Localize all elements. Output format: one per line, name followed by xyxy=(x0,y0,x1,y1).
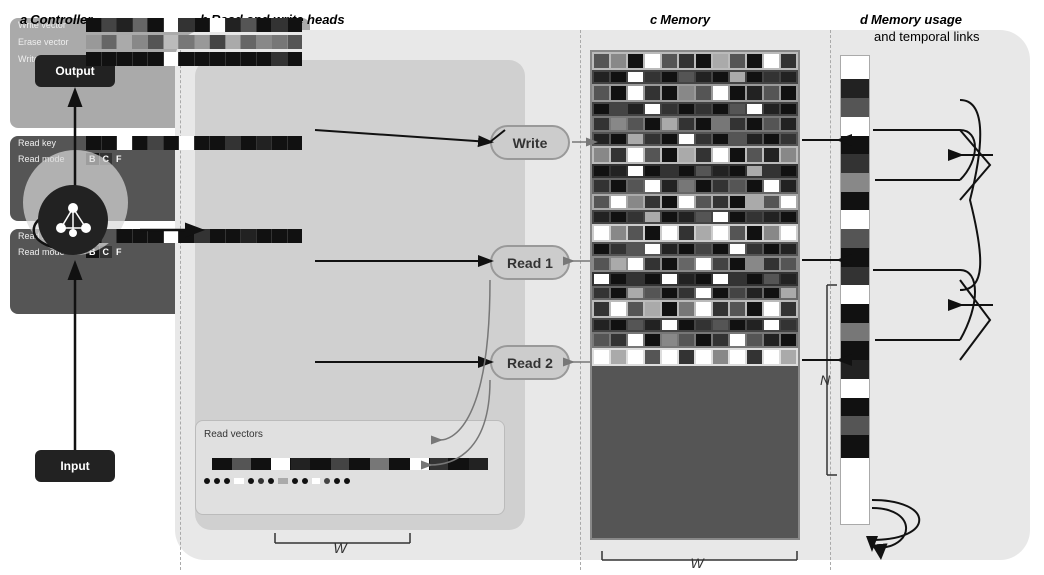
controller-neural-icon xyxy=(38,185,108,255)
w-label-heads: W xyxy=(265,528,415,556)
svg-text:W: W xyxy=(690,555,705,568)
diagram-container: aController bRead and write heads cMemor… xyxy=(0,0,1044,575)
divider-line-1 xyxy=(180,30,181,570)
read-vector-2-dots xyxy=(204,478,496,484)
read2-key-bar xyxy=(86,229,302,243)
w-bracket-memory-svg: W xyxy=(597,548,802,568)
section-d-label: dMemory usageand temporal links xyxy=(860,12,1020,46)
write-button: Write xyxy=(490,125,570,160)
n-bracket-svg: N xyxy=(815,280,840,480)
w-bracket-heads-svg: W xyxy=(265,528,420,553)
svg-text:N: N xyxy=(820,372,831,388)
memory-grid xyxy=(590,50,800,540)
n-label: N xyxy=(815,280,840,483)
erase-vector-label: Erase vector xyxy=(18,37,83,47)
read-vector-1-bar xyxy=(212,458,488,470)
section-a-label: aController xyxy=(20,12,95,27)
read-vectors-section: Read vectors xyxy=(195,420,505,515)
input-box: Input xyxy=(35,450,115,482)
read1-key-bar xyxy=(86,136,302,150)
read1-button: Read 1 xyxy=(490,245,570,280)
read-vectors-label: Read vectors xyxy=(204,429,263,440)
svg-text:W: W xyxy=(333,540,348,553)
read1-key-label: Read key xyxy=(18,138,83,148)
memory-usage-strip xyxy=(840,55,870,525)
w-label-memory: W xyxy=(597,548,797,571)
write-vector-bar xyxy=(86,18,302,32)
divider-line-2 xyxy=(580,30,581,570)
erase-vector-bar xyxy=(86,35,302,49)
read2-button: Read 2 xyxy=(490,345,570,380)
section-c-label: cMemory xyxy=(650,12,713,27)
neural-network-svg xyxy=(51,198,96,243)
write-key-bar xyxy=(86,52,302,66)
